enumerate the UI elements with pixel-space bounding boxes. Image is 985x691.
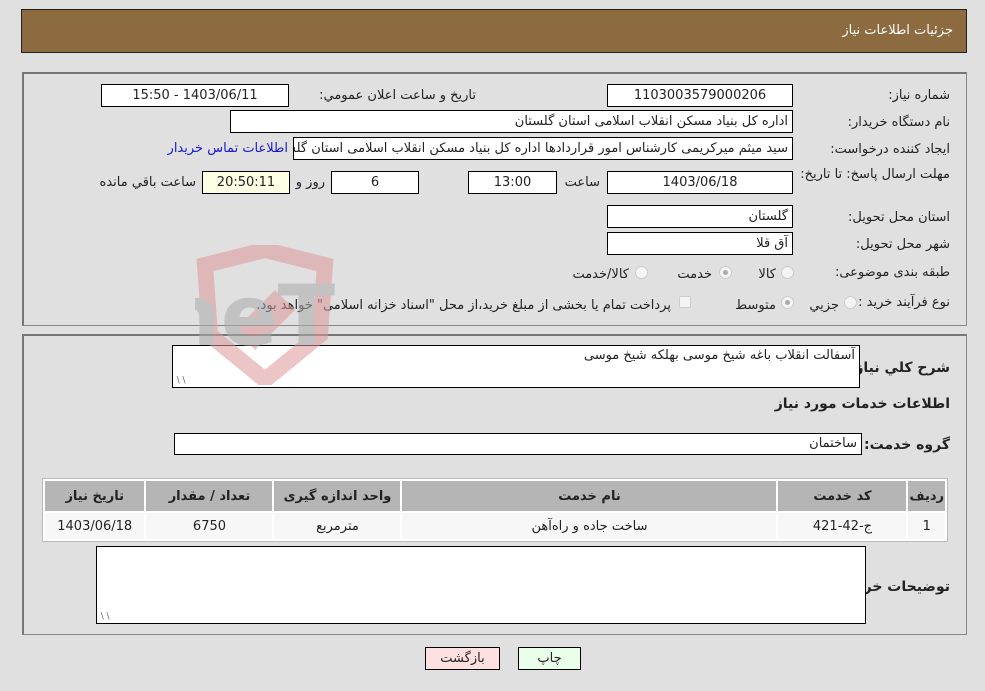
province-label: استان محل تحويل: (848, 210, 950, 225)
deadline-time-field: 13:00 (468, 171, 557, 194)
process-label: نوع فرآيند خريد : (858, 295, 950, 310)
cell-service-name: ساخت جاده و راه‌آهن (402, 513, 777, 539)
description-label: شرح کلي نياز: (849, 360, 950, 376)
services-table: رديف کد خدمت نام خدمت واحد اندازه گيری ت… (42, 478, 948, 542)
cell-row-number: 1 (908, 513, 945, 539)
service-group-label: گروه خدمت: (864, 437, 950, 453)
buyer-org-field: اداره کل بنیاد مسکن انقلاب اسلامی استان … (230, 110, 793, 133)
category-radio-goods[interactable] (781, 266, 794, 279)
creator-label: ايجاد کننده درخواست: (830, 142, 950, 157)
creator-field: سید میثم میرکریمی کارشناس امور قراردادها… (293, 137, 793, 160)
days-label: روز و (295, 175, 325, 190)
days-remaining-field: 6 (331, 171, 419, 194)
col-row-number: رديف (908, 481, 945, 511)
announce-label: تاريخ و ساعت اعلان عمومي: (319, 88, 476, 103)
cell-quantity: 6750 (146, 513, 273, 539)
process-option-minor: جزيي (809, 298, 839, 313)
page-header: جزئیات اطلاعات نیاز (21, 9, 967, 53)
print-button[interactable]: چاپ (518, 647, 581, 670)
need-number-field: 1103003579000206 (607, 84, 793, 107)
deadline-date-field: 1403/06/18 (607, 171, 793, 194)
category-radio-goods-service[interactable] (635, 266, 648, 279)
cell-need-date: 1403/06/18 (45, 513, 145, 539)
process-option-medium: متوسط (735, 298, 776, 313)
deadline-label: مهلت ارسال پاسخ: تا تاریخ: (800, 167, 950, 182)
cell-unit: مترمربع (274, 513, 401, 539)
resize-grip-icon[interactable]: ∖∖ (175, 376, 186, 386)
announce-field: 1403/06/11 - 15:50 (101, 84, 289, 107)
page-title: جزئیات اطلاعات نیاز (842, 23, 953, 38)
back-button[interactable]: بازگشت (425, 647, 500, 670)
buyer-org-label: نام دستگاه خريدار: (847, 115, 950, 130)
buyer-contact-link[interactable]: اطلاعات تماس خريدار (168, 141, 288, 156)
province-field: گلستان (607, 205, 793, 228)
remaining-time-label: ساعت باقي مانده (99, 175, 196, 190)
category-radio-service[interactable] (719, 266, 732, 279)
category-option-goods: کالا (758, 267, 776, 282)
description-text: آسفالت انقلاب باغه شیخ موسی بهلکه شیخ مو… (583, 348, 855, 363)
deadline-time-label: ساعت (564, 175, 600, 190)
col-service-name: نام خدمت (402, 481, 777, 511)
category-option-service: خدمت (677, 267, 712, 282)
description-textarea[interactable]: آسفالت انقلاب باغه شیخ موسی بهلکه شیخ مو… (172, 345, 860, 388)
col-need-date: تاريخ نياز (45, 481, 145, 511)
details-panel: شماره نیاز: 1103003579000206 تاريخ و ساع… (22, 72, 967, 326)
city-label: شهر محل تحويل: (855, 237, 950, 252)
service-group-field: ساختمان (174, 433, 862, 455)
remaining-time-field: 20:50:11 (202, 171, 290, 194)
treasury-checkbox[interactable] (679, 296, 691, 308)
treasury-note: پرداخت تمام يا بخشی از مبلغ خريد،از محل … (256, 298, 671, 313)
cell-service-code: ج-42-421 (778, 513, 907, 539)
category-label: طبقه بندی موضوعی: (834, 265, 950, 280)
resize-grip-icon[interactable]: ∖∖ (99, 612, 110, 622)
col-quantity: تعداد / مقدار (146, 481, 273, 511)
table-row: 1 ج-42-421 ساخت جاده و راه‌آهن مترمربع 6… (45, 513, 945, 539)
category-option-goods-service: کالا/خدمت (572, 267, 629, 282)
services-heading: اطلاعات خدمات مورد نياز (774, 396, 950, 412)
need-number-label: شماره نیاز: (888, 88, 950, 103)
col-unit: واحد اندازه گيری (274, 481, 401, 511)
process-radio-medium[interactable] (781, 296, 794, 309)
col-service-code: کد خدمت (778, 481, 907, 511)
table-header-row: رديف کد خدمت نام خدمت واحد اندازه گيری ت… (45, 481, 945, 511)
process-radio-minor[interactable] (844, 296, 857, 309)
buyer-notes-textarea[interactable]: ∖∖ (96, 546, 866, 624)
city-field: آق قلا (607, 232, 793, 255)
services-panel: شرح کلي نياز: آسفالت انقلاب باغه شیخ موس… (22, 334, 967, 635)
